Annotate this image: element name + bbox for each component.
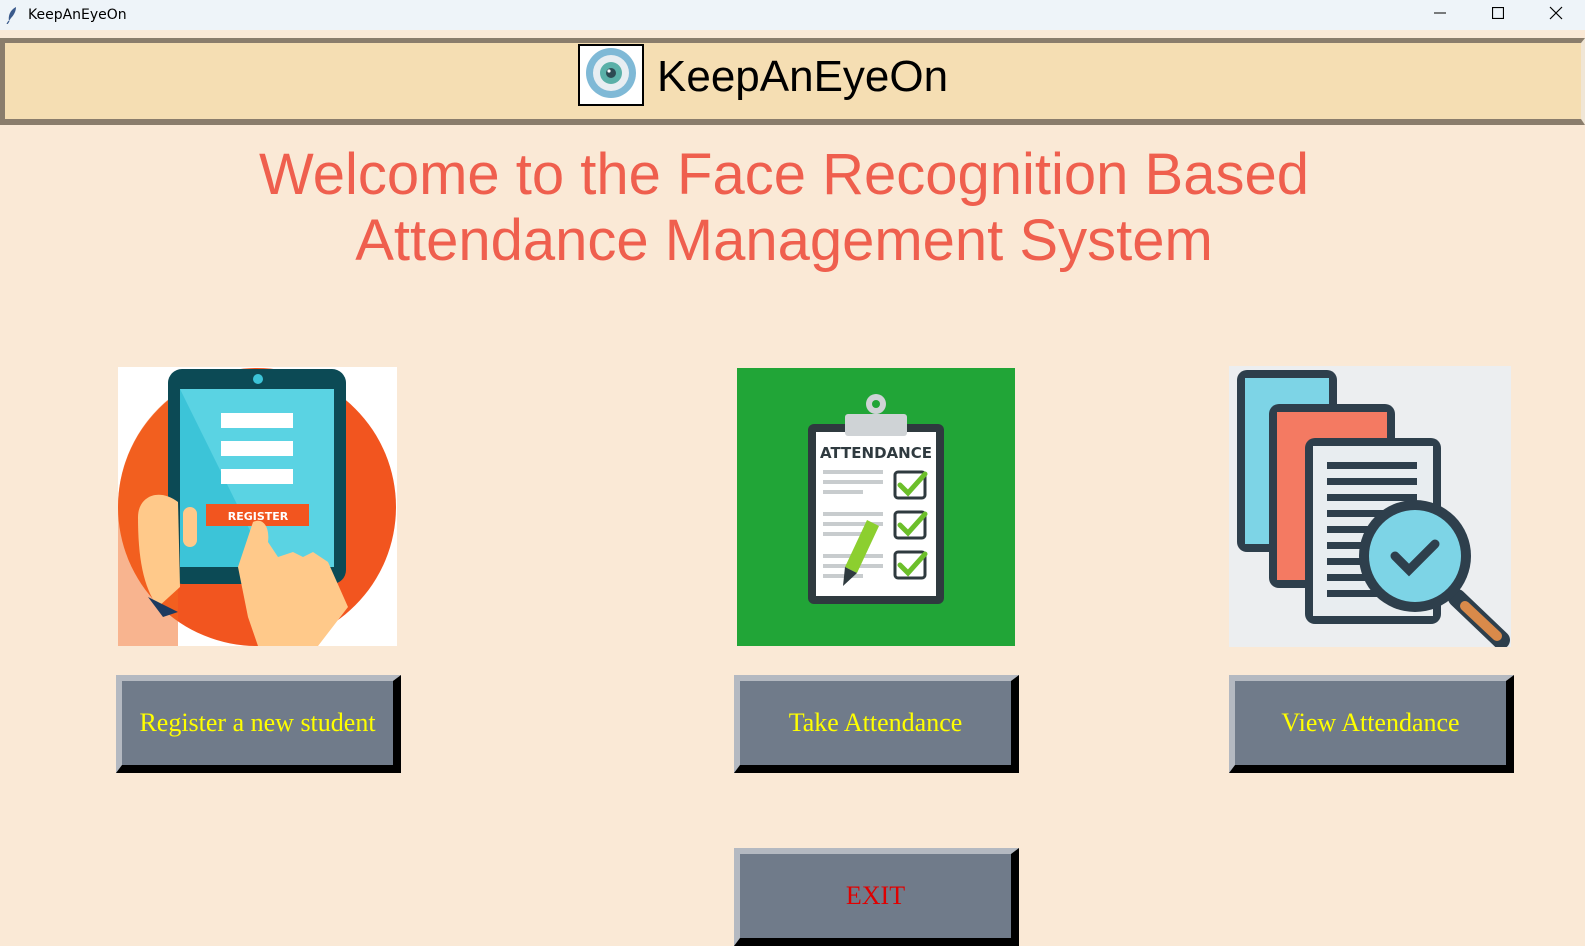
- exit-button[interactable]: EXIT: [734, 848, 1019, 946]
- exit-label: EXIT: [845, 881, 906, 910]
- view-attendance-label: View Attendance: [1281, 708, 1460, 737]
- welcome-heading: Welcome to the Face Recognition Based At…: [0, 142, 1568, 274]
- register-image: REGISTER: [118, 367, 397, 646]
- logo: [578, 44, 644, 106]
- view-documents-magnifier-icon: [1229, 370, 1511, 647]
- header-banner: KeepAnEyeOn: [0, 38, 1585, 125]
- take-attendance-button[interactable]: Take Attendance: [734, 675, 1019, 773]
- take-attendance-label: Take Attendance: [788, 708, 963, 737]
- close-icon: [1549, 6, 1563, 25]
- register-student-button[interactable]: Register a new student: [116, 675, 401, 773]
- attendance-image: ATTENDANCE: [737, 368, 1015, 646]
- view-attendance-image: [1229, 366, 1511, 647]
- attendance-clipboard-icon: ATTENDANCE: [737, 394, 1015, 646]
- register-student-label: Register a new student: [139, 708, 376, 737]
- brand-title: KeepAnEyeOn: [657, 52, 949, 101]
- maximize-icon: [1491, 6, 1505, 24]
- minimize-icon: [1434, 6, 1446, 24]
- close-button[interactable]: [1527, 0, 1585, 30]
- welcome-line-2: Attendance Management System: [355, 208, 1213, 273]
- feather-icon: [6, 6, 20, 24]
- register-tablet-icon: REGISTER: [118, 368, 397, 646]
- window-title: KeepAnEyeOn: [28, 7, 127, 23]
- window-titlebar: KeepAnEyeOn: [0, 0, 1585, 30]
- view-attendance-button[interactable]: View Attendance: [1229, 675, 1514, 773]
- maximize-button[interactable]: [1469, 0, 1527, 30]
- attendance-image-text: ATTENDANCE: [820, 444, 932, 462]
- eye-icon: [585, 47, 637, 104]
- minimize-button[interactable]: [1411, 0, 1469, 30]
- welcome-line-1: Welcome to the Face Recognition Based: [259, 142, 1309, 207]
